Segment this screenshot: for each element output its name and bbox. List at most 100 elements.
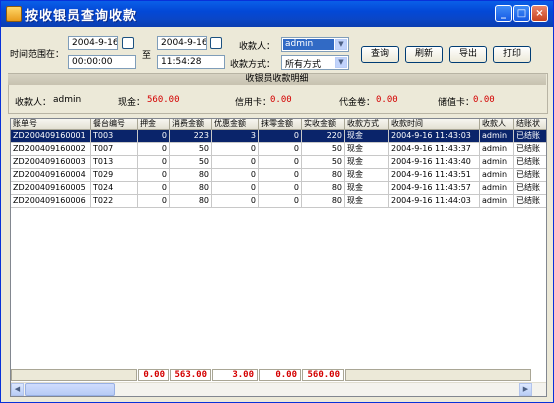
summary-voucher-label: 代金卷： — [339, 98, 376, 108]
total-discount: 3.00 — [212, 369, 258, 381]
cell-time: 2004-9-16 11:43:57 — [389, 182, 480, 195]
cell-method: 现金 — [345, 169, 389, 182]
total-deposit: 0.00 — [138, 369, 169, 381]
cell-consumption: 50 — [170, 143, 212, 156]
cell-bill-no: ZD200409160003 — [11, 156, 91, 169]
table-row[interactable]: ZD200409160004 T029 0 80 0 0 80 现金 2004-9-16 11:… — [11, 169, 546, 182]
chevron-down-icon[interactable]: ▼ — [335, 39, 347, 50]
column-header-deposit[interactable]: 押金 — [138, 119, 170, 130]
cell-received: 80 — [302, 195, 345, 208]
maximize-button[interactable]: □ — [513, 5, 530, 22]
total-received: 560.00 — [302, 369, 344, 381]
cell-consumption: 50 — [170, 156, 212, 169]
total-consumption: 563.00 — [170, 369, 211, 381]
horizontal-scrollbar[interactable]: ◀ ▶ — [11, 382, 546, 396]
cell-table-no: T007 — [91, 143, 138, 156]
scroll-right-icon[interactable]: ▶ — [519, 383, 532, 396]
cell-received: 50 — [302, 143, 345, 156]
table-row[interactable]: ZD200409160006 T022 0 80 0 0 80 现金 2004-9-16 11:… — [11, 195, 546, 208]
title-bar[interactable]: 按收银员查询收款 _ □ × — [1, 1, 553, 27]
cell-method: 现金 — [345, 130, 389, 143]
cell-discount: 0 — [212, 143, 259, 156]
cell-discount: 3 — [212, 130, 259, 143]
cell-rounding: 0 — [259, 156, 302, 169]
table-row[interactable]: ZD200409160005 T024 0 80 0 0 80 现金 2004-9-16 11:… — [11, 182, 546, 195]
start-date-field[interactable]: 2004-9-16 — [68, 36, 118, 50]
cell-rounding: 0 — [259, 143, 302, 156]
column-header-table-no[interactable]: 餐台编号 — [91, 119, 138, 130]
payment-method-label: 收款方式： — [230, 60, 276, 70]
cell-table-no: T022 — [91, 195, 138, 208]
column-header-time[interactable]: 收款时间 — [389, 119, 480, 130]
cell-time: 2004-9-16 11:44:03 — [389, 195, 480, 208]
cell-deposit: 0 — [138, 182, 170, 195]
table-row[interactable]: ZD200409160002 T007 0 50 0 0 50 现金 2004-9-16 11:… — [11, 143, 546, 156]
cell-discount: 0 — [212, 182, 259, 195]
cell-method: 现金 — [345, 195, 389, 208]
totals-spacer — [11, 369, 137, 381]
cell-received: 220 — [302, 130, 345, 143]
scroll-left-icon[interactable]: ◀ — [11, 383, 24, 396]
cell-received: 50 — [302, 156, 345, 169]
cell-bill-no: ZD200409160001 — [11, 130, 91, 143]
cell-method: 现金 — [345, 143, 389, 156]
summary-cashier-value: admin — [53, 95, 82, 105]
column-header-consumption[interactable]: 消费金额 — [170, 119, 212, 130]
close-icon: × — [535, 8, 544, 19]
cell-cashier: admin — [480, 182, 514, 195]
table-row[interactable]: ZD200409160001 T003 0 223 3 0 220 现金 2004-9-16 1… — [11, 130, 546, 143]
summary-stored-value: 0.00 — [473, 95, 495, 105]
cell-cashier: admin — [480, 130, 514, 143]
column-header-status[interactable]: 结账状 — [514, 119, 546, 130]
column-header-cashier[interactable]: 收款人 — [480, 119, 514, 130]
table-row[interactable]: ZD200409160003 T013 0 50 0 0 50 现金 2004-9-16 11:… — [11, 156, 546, 169]
export-button[interactable]: 导出 — [449, 46, 487, 63]
summary-cash-label: 现金： — [118, 98, 146, 108]
payments-table[interactable]: 账单号 餐台编号 押金 消费金额 优惠金额 抹零金额 实收金额 收款方式 收款时间 收款人 结账状 … — [10, 118, 547, 397]
cell-rounding: 0 — [259, 182, 302, 195]
start-time-field[interactable]: 00:00:00 — [68, 55, 136, 69]
end-time-field[interactable]: 11:54:28 — [157, 55, 225, 69]
column-header-bill-no[interactable]: 账单号 — [11, 119, 91, 130]
end-date-picker-checkbox[interactable] — [210, 37, 222, 49]
cell-consumption: 80 — [170, 195, 212, 208]
column-header-method[interactable]: 收款方式 — [345, 119, 389, 130]
column-header-rounding[interactable]: 抹零金额 — [259, 119, 302, 130]
cell-table-no: T013 — [91, 156, 138, 169]
cell-deposit: 0 — [138, 169, 170, 182]
summary-cash-value: 560.00 — [147, 95, 180, 105]
summary-card-label: 信用卡： — [235, 98, 272, 108]
payment-method-value: 所有方式 — [285, 60, 322, 70]
cell-cashier: admin — [480, 156, 514, 169]
minimize-icon: _ — [501, 8, 506, 19]
summary-voucher-value: 0.00 — [376, 95, 398, 105]
cell-deposit: 0 — [138, 195, 170, 208]
cell-method: 现金 — [345, 182, 389, 195]
cell-deposit: 0 — [138, 156, 170, 169]
cell-consumption: 223 — [170, 130, 212, 143]
table-totals-row: 0.00 563.00 3.00 0.00 560.00 — [11, 368, 531, 382]
print-button[interactable]: 打印 — [493, 46, 531, 63]
minimize-button[interactable]: _ — [495, 5, 512, 22]
start-date-picker-checkbox[interactable] — [122, 37, 134, 49]
chevron-down-icon[interactable]: ▼ — [335, 57, 347, 68]
cell-discount: 0 — [212, 156, 259, 169]
scroll-thumb[interactable] — [25, 383, 115, 396]
cashier-select[interactable]: admin ▼ — [281, 37, 349, 52]
cell-time: 2004-9-16 11:43:03 — [389, 130, 480, 143]
column-header-received[interactable]: 实收金额 — [302, 119, 345, 130]
query-button[interactable]: 查询 — [361, 46, 399, 63]
close-button[interactable]: × — [531, 5, 548, 22]
cell-received: 80 — [302, 182, 345, 195]
cell-deposit: 0 — [138, 143, 170, 156]
payment-method-select[interactable]: 所有方式 ▼ — [281, 55, 349, 70]
end-date-field[interactable]: 2004-9-16 — [157, 36, 207, 50]
cell-deposit: 0 — [138, 130, 170, 143]
refresh-button[interactable]: 刷新 — [405, 46, 443, 63]
cell-status: 已结账 — [514, 156, 546, 169]
column-header-discount[interactable]: 优惠金额 — [212, 119, 259, 130]
cell-status: 已结账 — [514, 143, 546, 156]
to-label: 至 — [142, 51, 152, 61]
time-range-label: 时间范围在： — [10, 50, 65, 60]
summary-card-value: 0.00 — [270, 95, 292, 105]
